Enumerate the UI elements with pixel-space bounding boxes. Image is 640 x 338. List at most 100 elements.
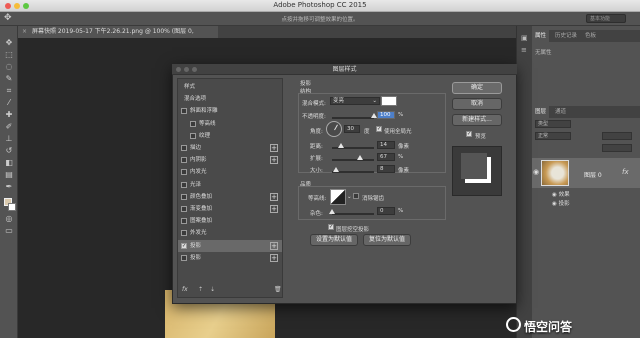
effect-item[interactable]: 样式 — [178, 81, 282, 93]
angle-dial[interactable] — [326, 121, 342, 137]
panel-toggle-icon[interactable]: ▣ — [521, 34, 528, 42]
tab-history[interactable]: 历史记录 — [552, 30, 580, 42]
layer-shadow-row[interactable]: ◉ 投影 — [552, 199, 570, 207]
panel-toggle-icon[interactable]: ≡ — [521, 46, 527, 54]
set-default-button[interactable]: 设置为默认值 — [310, 234, 358, 246]
effect-item[interactable]: 内阴影 + — [178, 154, 282, 166]
effect-checkbox[interactable] — [181, 169, 187, 176]
effect-checkbox[interactable] — [181, 230, 187, 237]
layer-name[interactable]: 图层 0 — [584, 170, 602, 179]
contour-chevron-icon[interactable]: ⌄ — [347, 194, 352, 200]
lasso-icon[interactable]: ◌ — [3, 62, 15, 72]
global-light-checkbox[interactable]: ✓ — [376, 126, 382, 132]
pen-icon[interactable]: ✒ — [3, 182, 15, 192]
size-input[interactable]: 8 — [377, 165, 395, 173]
cancel-button[interactable]: 取消 — [452, 98, 502, 110]
marquee-icon[interactable]: ⬚ — [3, 50, 15, 60]
ok-button[interactable]: 确定 — [452, 82, 502, 94]
effect-checkbox[interactable] — [181, 218, 187, 225]
reset-default-button[interactable]: 复位为默认值 — [363, 234, 411, 246]
effect-checkbox[interactable] — [181, 193, 187, 200]
dialog-close-button[interactable] — [176, 67, 181, 72]
effect-item[interactable]: 纹理 — [178, 130, 282, 142]
distance-input[interactable]: 14 — [377, 141, 395, 149]
close-tab-icon[interactable]: × — [22, 26, 27, 38]
effect-item[interactable]: 渐变叠加 + — [178, 203, 282, 215]
effect-item[interactable]: 等高线 — [178, 118, 282, 130]
delete-effect-icon[interactable]: 🗑 — [274, 286, 282, 293]
effect-checkbox[interactable] — [181, 108, 187, 115]
effect-checkbox[interactable] — [190, 132, 196, 139]
opacity-input[interactable]: 100 — [377, 111, 395, 119]
blend-mode-select[interactable]: 变亮 ⌄ — [330, 97, 380, 105]
effect-checkbox[interactable]: ✓ — [181, 242, 187, 249]
noise-input[interactable]: 0 — [377, 207, 395, 215]
effect-item[interactable]: 内发光 — [178, 166, 282, 178]
contour-picker[interactable] — [330, 189, 346, 205]
tab-swatches[interactable]: 色板 — [582, 30, 599, 42]
distance-slider-knob[interactable] — [338, 143, 344, 148]
layer-kind-filter[interactable]: 类型 — [535, 120, 571, 128]
move-down-icon[interactable]: ⇣ — [210, 286, 215, 293]
spread-input[interactable]: 67 — [377, 153, 395, 161]
visibility-eye-icon[interactable]: ◉ — [533, 168, 539, 176]
eraser-icon[interactable]: ◧ — [3, 158, 15, 168]
brush-icon[interactable]: ✐ — [3, 122, 15, 132]
add-effect-plus-icon[interactable]: + — [270, 144, 278, 152]
new-style-button[interactable]: 新建样式... — [452, 114, 502, 126]
preview-checkbox[interactable]: ✓ — [466, 131, 472, 137]
add-effect-plus-icon[interactable]: + — [270, 156, 278, 165]
add-effect-plus-icon[interactable]: + — [270, 205, 278, 213]
effect-checkbox[interactable] — [190, 120, 196, 127]
add-effect-plus-icon[interactable]: + — [270, 253, 278, 262]
effect-checkbox[interactable] — [181, 181, 187, 188]
tab-layers[interactable]: 图层 — [532, 106, 550, 118]
screen-mode-icon[interactable]: ▭ — [3, 226, 15, 236]
effect-checkbox[interactable] — [181, 157, 187, 164]
spread-slider[interactable] — [332, 159, 374, 161]
add-effect-fx-icon[interactable]: fx — [182, 286, 188, 293]
shadow-color-swatch[interactable] — [381, 96, 397, 106]
effect-checkbox[interactable] — [181, 206, 187, 212]
effect-item[interactable]: 光泽 — [178, 179, 282, 191]
knockout-checkbox[interactable]: ✓ — [328, 224, 334, 230]
effect-item[interactable]: 图案叠加 — [178, 215, 282, 227]
eyedropper-icon[interactable]: ⁄ — [3, 98, 15, 108]
document-tab[interactable]: × 屏幕快照 2019-05-17 下午2.26.21.png @ 100% (… — [18, 26, 218, 47]
layer-effects-row[interactable]: ◉ 效果 — [552, 190, 570, 198]
dialog-minimize-button[interactable] — [184, 67, 189, 72]
layer-blend-mode[interactable]: 正常 — [535, 132, 571, 140]
gradient-icon[interactable]: ▤ — [3, 170, 15, 180]
layer-fx-icon[interactable]: fx — [622, 168, 629, 176]
effect-item[interactable]: 描边 + — [178, 142, 282, 154]
effect-item[interactable]: 颜色叠加 + — [178, 191, 282, 203]
quick-mask-icon[interactable]: ◎ — [3, 214, 15, 224]
history-brush-icon[interactable]: ↺ — [3, 146, 15, 156]
add-effect-plus-icon[interactable]: + — [270, 241, 278, 250]
effect-item[interactable]: 混合选项 — [178, 93, 282, 105]
effect-item[interactable]: 投影 + — [178, 252, 282, 264]
spread-slider-knob[interactable] — [357, 155, 363, 160]
tab-channels[interactable]: 通道 — [552, 106, 569, 118]
quick-select-icon[interactable]: ✎ — [3, 74, 15, 84]
effect-item[interactable]: 斜面和浮雕 — [178, 105, 282, 117]
effect-checkbox[interactable] — [181, 254, 187, 261]
opacity-slider[interactable] — [332, 117, 374, 119]
add-effect-plus-icon[interactable]: + — [270, 192, 278, 201]
antialias-checkbox[interactable] — [353, 193, 359, 199]
layer-opacity-field[interactable] — [602, 132, 632, 140]
size-slider-knob[interactable] — [333, 167, 339, 172]
effect-checkbox[interactable] — [181, 145, 187, 151]
effect-item[interactable]: 外发光 — [178, 227, 282, 239]
stamp-icon[interactable]: ⊥ — [3, 134, 15, 144]
workspace-selector[interactable]: 基本功能 — [586, 14, 626, 23]
angle-input[interactable]: 30 — [344, 125, 360, 133]
effect-item[interactable]: ✓ 投影 + — [178, 239, 282, 252]
noise-slider-knob[interactable] — [329, 209, 335, 214]
move-up-icon[interactable]: ⇡ — [198, 286, 203, 293]
tab-properties[interactable]: 属性 — [532, 30, 550, 42]
layer-fill-field[interactable] — [602, 144, 632, 152]
crop-icon[interactable]: ⌗ — [3, 86, 15, 96]
move-icon[interactable]: ✥ — [3, 38, 15, 48]
background-color-swatch[interactable] — [8, 203, 16, 211]
